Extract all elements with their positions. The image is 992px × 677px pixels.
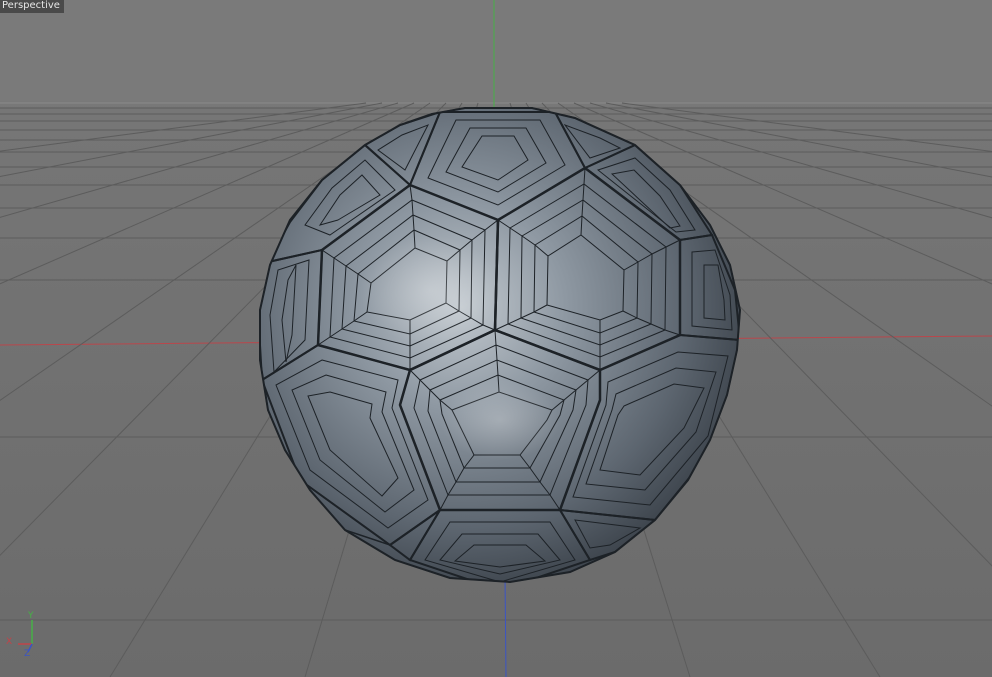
viewport-title[interactable]: Perspective bbox=[0, 0, 64, 13]
gizmo-y-label: Y bbox=[28, 611, 34, 621]
3d-viewport[interactable]: Perspective Y X Z bbox=[0, 0, 992, 677]
soccer-ball-mesh[interactable] bbox=[258, 107, 742, 590]
gizmo-x-label: X bbox=[6, 637, 13, 647]
viewport-scene[interactable] bbox=[0, 0, 992, 677]
axis-gizmo: Y X Z bbox=[6, 611, 54, 662]
gizmo-z-label: Z bbox=[24, 649, 31, 659]
axis-gizmo-icon bbox=[18, 620, 33, 653]
z-axis-line bbox=[504, 574, 507, 677]
